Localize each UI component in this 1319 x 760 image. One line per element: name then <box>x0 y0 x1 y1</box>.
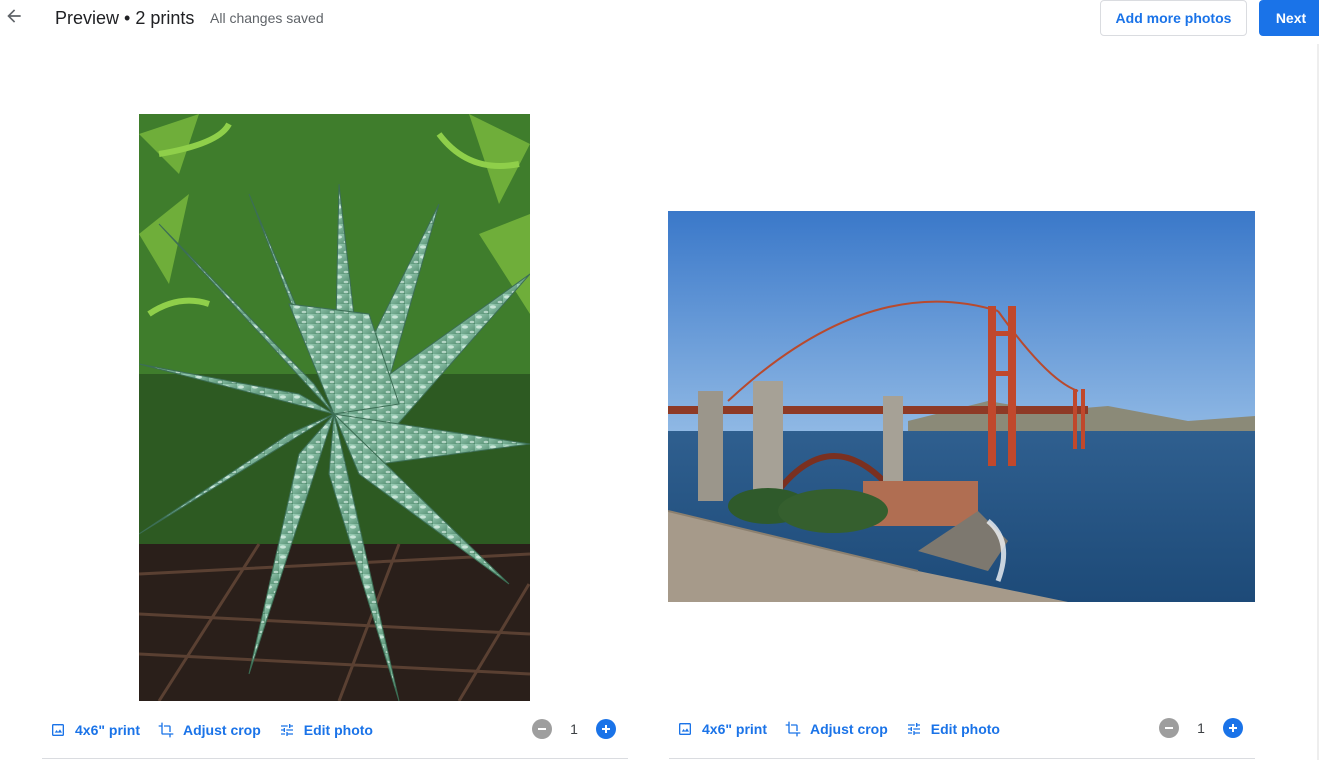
arrow-back-icon <box>4 6 24 31</box>
back-button[interactable] <box>2 6 26 30</box>
edit-photo-button[interactable]: Edit photo <box>278 715 373 745</box>
sliders-icon <box>905 720 923 738</box>
add-more-photos-button[interactable]: Add more photos <box>1100 0 1247 36</box>
quantity-value: 1 <box>570 721 578 737</box>
remove-circle-icon[interactable] <box>532 719 552 739</box>
divider <box>669 758 1255 759</box>
photo-frame-icon <box>676 720 694 738</box>
photo-preview-golden-gate[interactable] <box>668 211 1255 602</box>
remove-circle-icon[interactable] <box>1159 718 1179 738</box>
adjust-crop-label: Adjust crop <box>183 722 261 738</box>
quantity-stepper: 1 <box>532 719 616 739</box>
print-size-button[interactable]: 4x6" print <box>49 715 140 745</box>
print-toolbar: 4x6" print Adjust crop Edit photo 1 <box>669 714 1255 744</box>
edit-photo-button[interactable]: Edit photo <box>905 714 1000 744</box>
sliders-icon <box>278 721 296 739</box>
page-title: Preview • 2 prints <box>55 8 195 28</box>
edit-photo-label: Edit photo <box>303 722 373 738</box>
print-size-button[interactable]: 4x6" print <box>676 714 767 744</box>
save-status: All changes saved <box>210 10 324 26</box>
print-size-label: 4x6" print <box>75 722 140 738</box>
quantity-value: 1 <box>1197 720 1205 736</box>
next-button[interactable]: Next <box>1259 0 1319 36</box>
crop-icon <box>157 721 175 739</box>
adjust-crop-button[interactable]: Adjust crop <box>784 714 888 744</box>
edit-photo-label: Edit photo <box>930 721 1000 737</box>
photo-preview-aloe[interactable] <box>139 114 530 701</box>
crop-icon <box>784 720 802 738</box>
quantity-stepper: 1 <box>1159 718 1243 738</box>
add-circle-icon[interactable] <box>596 719 616 739</box>
adjust-crop-label: Adjust crop <box>810 721 888 737</box>
divider <box>42 758 628 759</box>
adjust-crop-button[interactable]: Adjust crop <box>157 715 261 745</box>
add-circle-icon[interactable] <box>1223 718 1243 738</box>
print-toolbar: 4x6" print Adjust crop Edit photo 1 <box>42 715 628 745</box>
print-size-label: 4x6" print <box>702 721 767 737</box>
photo-frame-icon <box>49 721 67 739</box>
